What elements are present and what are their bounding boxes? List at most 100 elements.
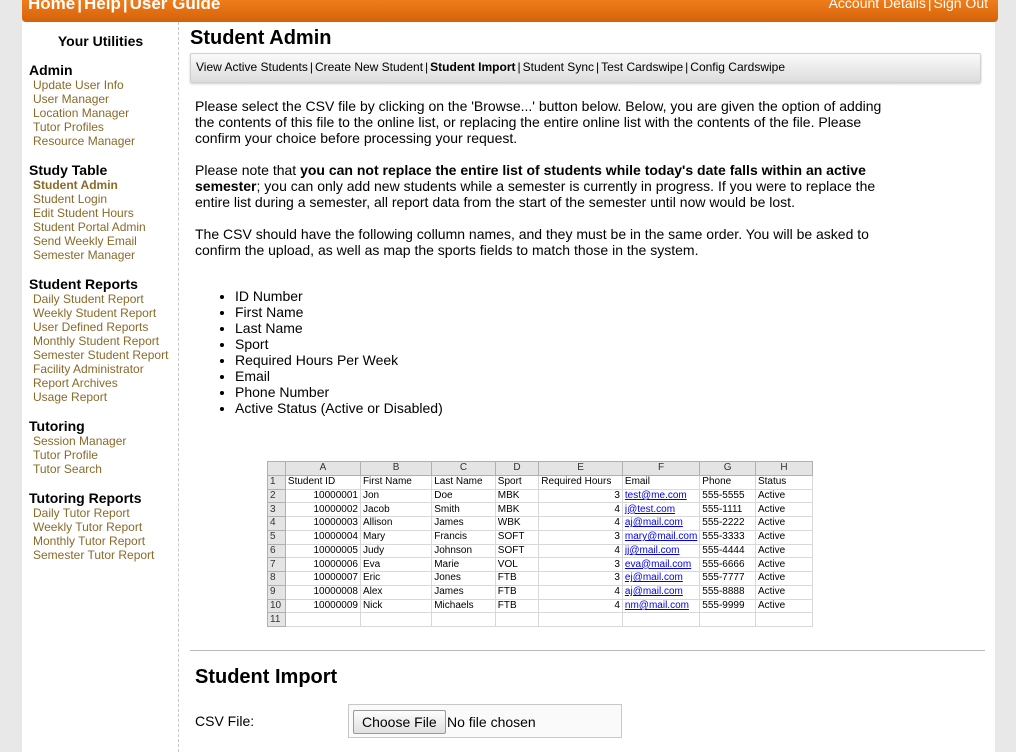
list-item: Last Name	[235, 320, 443, 336]
table-cell: Allison	[359, 516, 433, 531]
subnav-student-import[interactable]: Student Import	[430, 60, 515, 74]
table-cell: Michaels	[431, 598, 496, 614]
list-item: Active Status (Active or Disabled)	[235, 400, 443, 416]
table-cell: 10000007	[284, 571, 361, 586]
table-cell: Francis	[431, 529, 496, 545]
csv-file-input[interactable]: Choose File No file chosen	[348, 704, 622, 738]
table-row: 10 10000009 Nick Michaels FTB 4 nm@mail.com 555…	[267, 598, 814, 614]
sidebar-item-send-weekly-email[interactable]: Send Weekly Email	[29, 234, 146, 248]
header-cell: Phone	[699, 474, 756, 490]
table-row: 3 10000002 Jacob Smith MBK 4 j@test.com 555-111…	[267, 502, 814, 517]
table-cell: mary@mail.com	[621, 529, 701, 545]
table-row: 11	[267, 612, 814, 627]
row-number: 4	[267, 516, 286, 531]
col-letter: G	[699, 461, 756, 476]
table-cell: Active	[754, 598, 814, 614]
email-link: ej@mail.com	[624, 572, 683, 584]
row-number: 6	[267, 543, 286, 559]
table-cell: 555-4444	[699, 543, 756, 559]
account-details-link[interactable]: Account Details	[829, 0, 926, 11]
table-cell: Jacob	[359, 502, 433, 517]
col-letter: F	[621, 461, 701, 476]
table-cell: FTB	[494, 584, 540, 600]
row-number: 3	[267, 502, 286, 517]
row-number: 11	[267, 612, 286, 627]
user-guide-link[interactable]: User Guide	[130, 0, 221, 13]
table-cell: Mary	[359, 529, 433, 545]
table-cell: Active	[754, 488, 814, 504]
table-row: 4 10000003 Allison James WBK 4 aj@mail.com 555-…	[267, 516, 814, 531]
table-cell: Active	[754, 584, 814, 600]
table-cell: 555-5555	[699, 488, 756, 504]
table-cell: Eric	[359, 571, 433, 586]
sidebar-item-semester-student-report[interactable]: Semester Student Report	[29, 348, 168, 362]
home-link[interactable]: Home	[28, 0, 75, 13]
section-divider	[190, 650, 985, 651]
list-item: Email	[235, 368, 443, 384]
table-cell: Jon	[359, 488, 433, 504]
subnav-view-active-students[interactable]: View Active Students	[196, 60, 308, 74]
top-nav-left: Home | Help | User Guide	[28, 0, 220, 14]
email-link: mary@mail.com	[624, 531, 698, 543]
sidebar-item-location-manager[interactable]: Location Manager	[29, 106, 135, 120]
table-cell: 555-2222	[699, 516, 756, 531]
list-item: First Name	[235, 304, 443, 320]
sidebar-item-update-user-info[interactable]: Update User Info	[29, 78, 135, 92]
table-cell	[699, 612, 756, 627]
choose-file-button[interactable]: Choose File	[353, 710, 446, 734]
csv-example-sheet: A B C D E F G H 1 Student ID First Name Las…	[267, 461, 814, 627]
sidebar-item-facility-administrator[interactable]: Facility Administrator	[29, 362, 168, 376]
subnav-config-cardswipe[interactable]: Config Cardswipe	[690, 60, 785, 74]
sidebar-item-semester-tutor-report[interactable]: Semester Tutor Report	[29, 548, 154, 562]
sidebar-item-report-archives[interactable]: Report Archives	[29, 376, 168, 390]
table-cell: 555-9999	[699, 598, 756, 614]
separator: |	[425, 60, 429, 74]
sidebar-item-student-login[interactable]: Student Login	[29, 192, 146, 206]
sidebar-item-tutor-search[interactable]: Tutor Search	[29, 462, 126, 476]
sidebar-item-semester-manager[interactable]: Semester Manager	[29, 248, 146, 262]
subnav-student-sync[interactable]: Student Sync	[523, 60, 594, 74]
subnav-test-cardswipe[interactable]: Test Cardswipe	[601, 60, 683, 74]
table-cell: Active	[754, 571, 814, 586]
table-cell: ej@mail.com	[621, 571, 701, 586]
table-cell: VOL	[494, 557, 540, 572]
table-cell	[538, 612, 623, 627]
row-number: 7	[267, 557, 286, 572]
table-cell: 10000008	[284, 584, 361, 600]
instructions: Please select the CSV file by clicking o…	[195, 98, 895, 416]
sidebar-item-weekly-student-report[interactable]: Weekly Student Report	[29, 306, 168, 320]
sidebar-item-session-manager[interactable]: Session Manager	[29, 434, 126, 448]
sidebar-item-daily-student-report[interactable]: Daily Student Report	[29, 292, 168, 306]
separator: |	[77, 0, 82, 13]
sidebar-item-student-admin[interactable]: Student Admin	[29, 178, 146, 192]
list-item: Phone Number	[235, 384, 443, 400]
list-item: ID Number	[235, 288, 443, 304]
sidebar-item-student-portal-admin[interactable]: Student Portal Admin	[29, 220, 146, 234]
sidebar-item-usage-report[interactable]: Usage Report	[29, 390, 168, 404]
table-cell	[359, 612, 433, 627]
table-cell: Marie	[431, 557, 496, 572]
sidebar-item-monthly-student-report[interactable]: Monthly Student Report	[29, 334, 168, 348]
sidebar-section-tutoring: Tutoring Session Manager Tutor Profile T…	[29, 418, 126, 476]
header-cell: Sport	[494, 474, 540, 490]
sidebar-item-user-defined-reports[interactable]: User Defined Reports	[29, 320, 168, 334]
sidebar-item-weekly-tutor-report[interactable]: Weekly Tutor Report	[29, 520, 154, 534]
sidebar-item-daily-tutor-report[interactable]: Daily Tutor Report	[29, 506, 154, 520]
sidebar-item-resource-manager[interactable]: Resource Manager	[29, 134, 135, 148]
table-cell: 10000006	[284, 557, 361, 572]
help-link[interactable]: Help	[84, 0, 121, 13]
sidebar-item-user-manager[interactable]: User Manager	[29, 92, 135, 106]
table-cell: 10000009	[284, 598, 361, 614]
page-title: Student Admin	[190, 27, 332, 49]
subnav-create-new-student[interactable]: Create New Student	[315, 60, 423, 74]
sidebar-item-edit-student-hours[interactable]: Edit Student Hours	[29, 206, 146, 220]
table-cell: James	[431, 516, 496, 531]
header-cell: Status	[754, 474, 814, 490]
sign-out-link[interactable]: Sign Out	[934, 0, 988, 11]
sidebar-item-tutor-profile[interactable]: Tutor Profile	[29, 448, 126, 462]
sidebar-item-tutor-profiles[interactable]: Tutor Profiles	[29, 120, 135, 134]
sidebar-item-monthly-tutor-report[interactable]: Monthly Tutor Report	[29, 534, 154, 548]
sidebar-title: Your Utilities	[57, 33, 144, 49]
separator: |	[685, 60, 689, 74]
csv-file-label: CSV File:	[195, 713, 255, 729]
